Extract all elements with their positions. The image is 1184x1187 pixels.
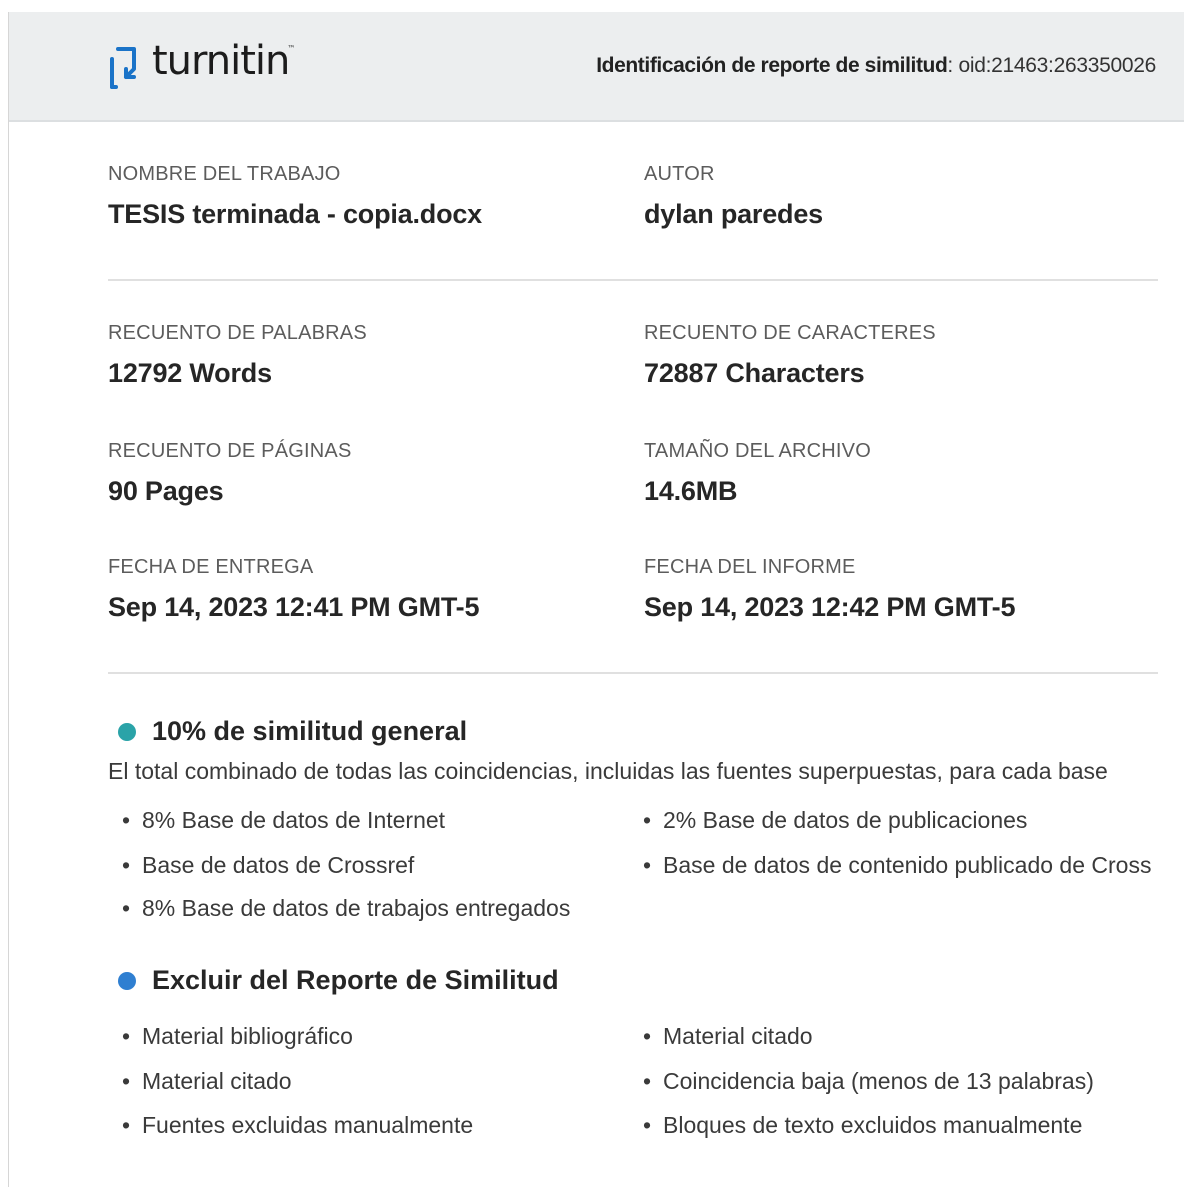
word-count-value: 12792 Words: [108, 358, 272, 388]
report-id-label: Identificación de reporte de similitud: [596, 54, 948, 77]
page-count-label: RECUENTO DE PÁGINAS: [108, 440, 352, 462]
turnitin-logo: turnitin ™: [106, 34, 296, 94]
turnitin-logo-icon: [110, 47, 136, 89]
turnitin-wordmark: turnitin ™: [152, 38, 296, 84]
char-count-label: RECUENTO DE CARACTERES: [644, 322, 936, 344]
list-item: • Bloques de texto excluidos manualmente: [643, 1112, 1083, 1138]
divider-bottom: [108, 672, 1158, 674]
exclusions-title: Excluir del Reporte de Similitud: [118, 965, 559, 996]
list-item: • Fuentes excluidas manualmente: [122, 1112, 474, 1138]
job-name-value: TESIS terminada - copia.docx: [108, 199, 482, 229]
word-count-label: RECUENTO DE PALABRAS: [108, 322, 367, 344]
list-item: • 2% Base de datos de publicaciones: [643, 807, 1028, 833]
similarity-title: 10% de similitud general: [118, 716, 467, 747]
similarity-description: El total combinado de todas las coincide…: [108, 758, 1108, 784]
list-item: • 8% Base de datos de trabajos entregados: [122, 895, 571, 921]
report-header: turnitin ™ Identificación de reporte de s…: [9, 12, 1184, 122]
report-id-value: : oid:21463:263350026: [947, 54, 1156, 77]
report-date-value: Sep 14, 2023 12:42 PM GMT-5: [644, 592, 1016, 622]
list-item: • Coincidencia baja (menos de 13 palabras…: [643, 1068, 1094, 1094]
submission-date-label: FECHA DE ENTREGA: [108, 556, 314, 578]
author-value: dylan paredes: [644, 199, 823, 229]
report-date-field: FECHA DEL INFORME Sep 14, 2023 12:42 PM …: [644, 556, 1015, 623]
file-size-value: 14.6MB: [644, 476, 738, 506]
char-count-value: 72887 Characters: [644, 358, 865, 388]
left-border: [8, 12, 9, 1187]
file-size-label: TAMAÑO DEL ARCHIVO: [644, 440, 871, 462]
divider-top: [108, 279, 1158, 281]
list-item: • Material citado: [643, 1023, 813, 1049]
submission-date-field: FECHA DE ENTREGA Sep 14, 2023 12:41 PM G…: [108, 556, 479, 623]
job-name-label: NOMBRE DEL TRABAJO: [108, 163, 341, 185]
report-date-label: FECHA DEL INFORME: [644, 556, 856, 578]
submission-date-value: Sep 14, 2023 12:41 PM GMT-5: [108, 592, 480, 622]
page-count-value: 90 Pages: [108, 476, 224, 506]
exclusions-title-text: Excluir del Reporte de Similitud: [152, 965, 559, 995]
list-item: • Material citado: [122, 1068, 292, 1094]
author-label: AUTOR: [644, 163, 715, 185]
list-item: • 8% Base de datos de Internet: [122, 807, 446, 833]
char-count-field: RECUENTO DE CARACTERES 72887 Characters: [644, 322, 936, 389]
list-item: • Base de datos de Crossref: [122, 852, 415, 878]
list-item: • Base de datos de contenido publicado de…: [643, 852, 1152, 878]
author-field: AUTOR dylan paredes: [644, 163, 823, 230]
similarity-dot: [118, 722, 136, 741]
exclusions-dot: [118, 971, 136, 990]
file-size-field: TAMAÑO DEL ARCHIVO 14.6MB: [644, 440, 871, 507]
page-count-field: RECUENTO DE PÁGINAS 90 Pages: [108, 440, 351, 507]
similarity-title-text: 10% de similitud general: [152, 716, 468, 746]
trademark-symbol: ™: [287, 44, 296, 53]
word-count-field: RECUENTO DE PALABRAS 12792 Words: [108, 322, 367, 389]
report-page: turnitin ™ Identificación de reporte de s…: [0, 0, 1184, 1187]
list-item: • Material bibliográfico: [122, 1023, 353, 1049]
similarity-report-id: Identificación de reporte de similitud: …: [596, 54, 1156, 78]
job-name-field: NOMBRE DEL TRABAJO TESIS terminada - cop…: [108, 163, 482, 230]
